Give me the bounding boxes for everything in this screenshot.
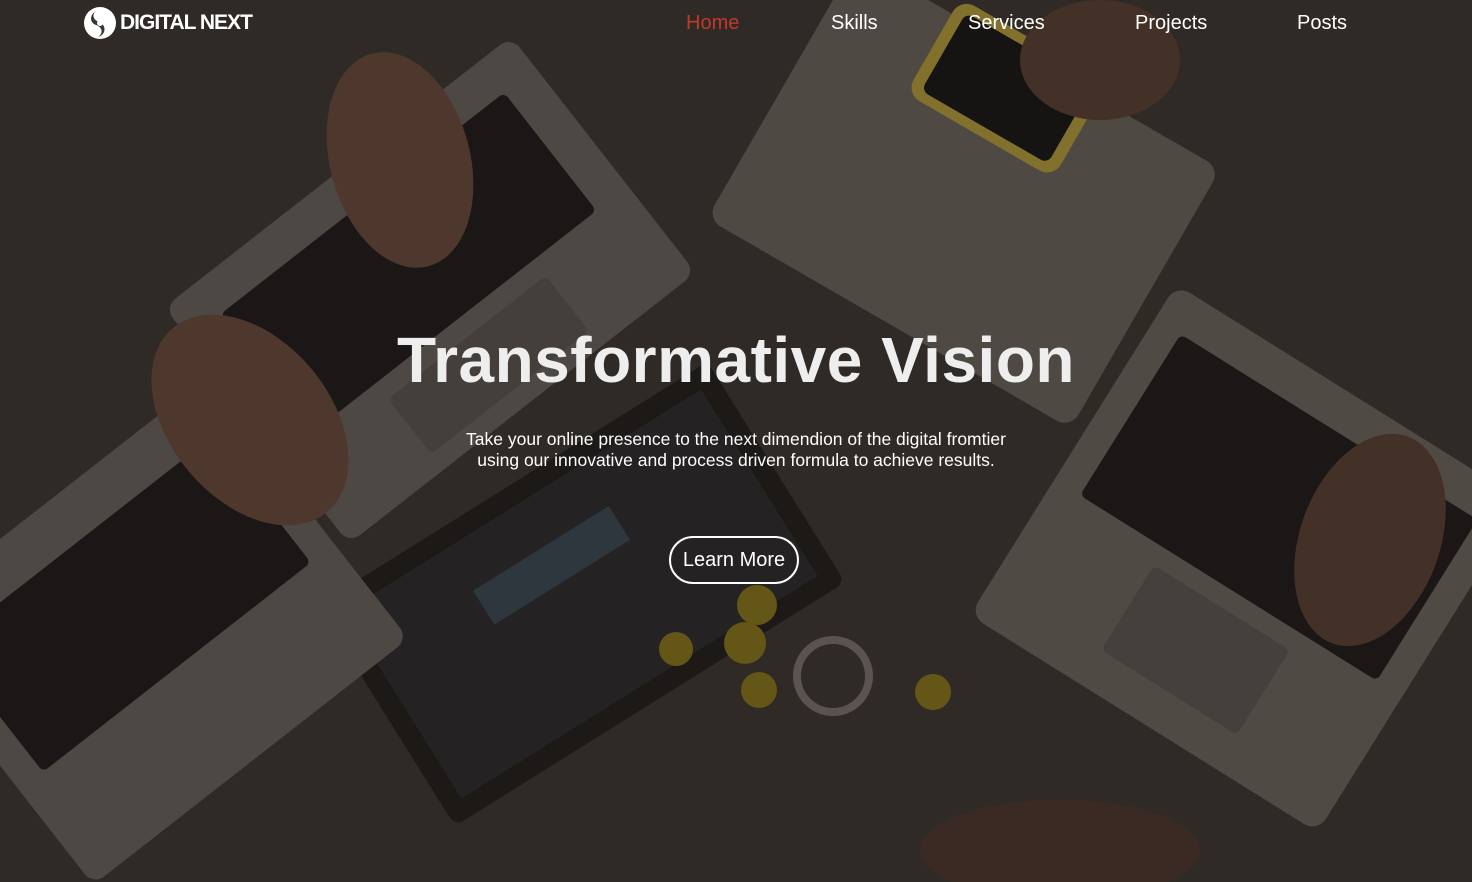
- swirl-logo-icon: [84, 7, 116, 39]
- main-navbar: DIGITAL NEXT Home Skills Services Projec…: [0, 0, 1472, 52]
- hero-subtitle-line-1: Take your online presence to the next di…: [466, 429, 1006, 449]
- nav-link-home[interactable]: Home: [686, 12, 739, 35]
- nav-link-skills[interactable]: Skills: [831, 12, 878, 35]
- nav-link-posts[interactable]: Posts: [1297, 12, 1347, 35]
- hero-section: DIGITAL NEXT Home Skills Services Projec…: [0, 0, 1472, 882]
- hero-subtitle-line-2: using our innovative and process driven …: [477, 450, 995, 470]
- nav-link-services[interactable]: Services: [968, 12, 1045, 35]
- hero-title: Transformative Vision: [397, 324, 1075, 396]
- brand-logo[interactable]: DIGITAL NEXT: [82, 4, 253, 42]
- brand-name: DIGITAL NEXT: [120, 11, 253, 34]
- learn-more-button[interactable]: Learn More: [669, 536, 799, 584]
- nav-link-projects[interactable]: Projects: [1135, 12, 1207, 35]
- hero-subtitle: Take your online presence to the next di…: [436, 429, 1036, 471]
